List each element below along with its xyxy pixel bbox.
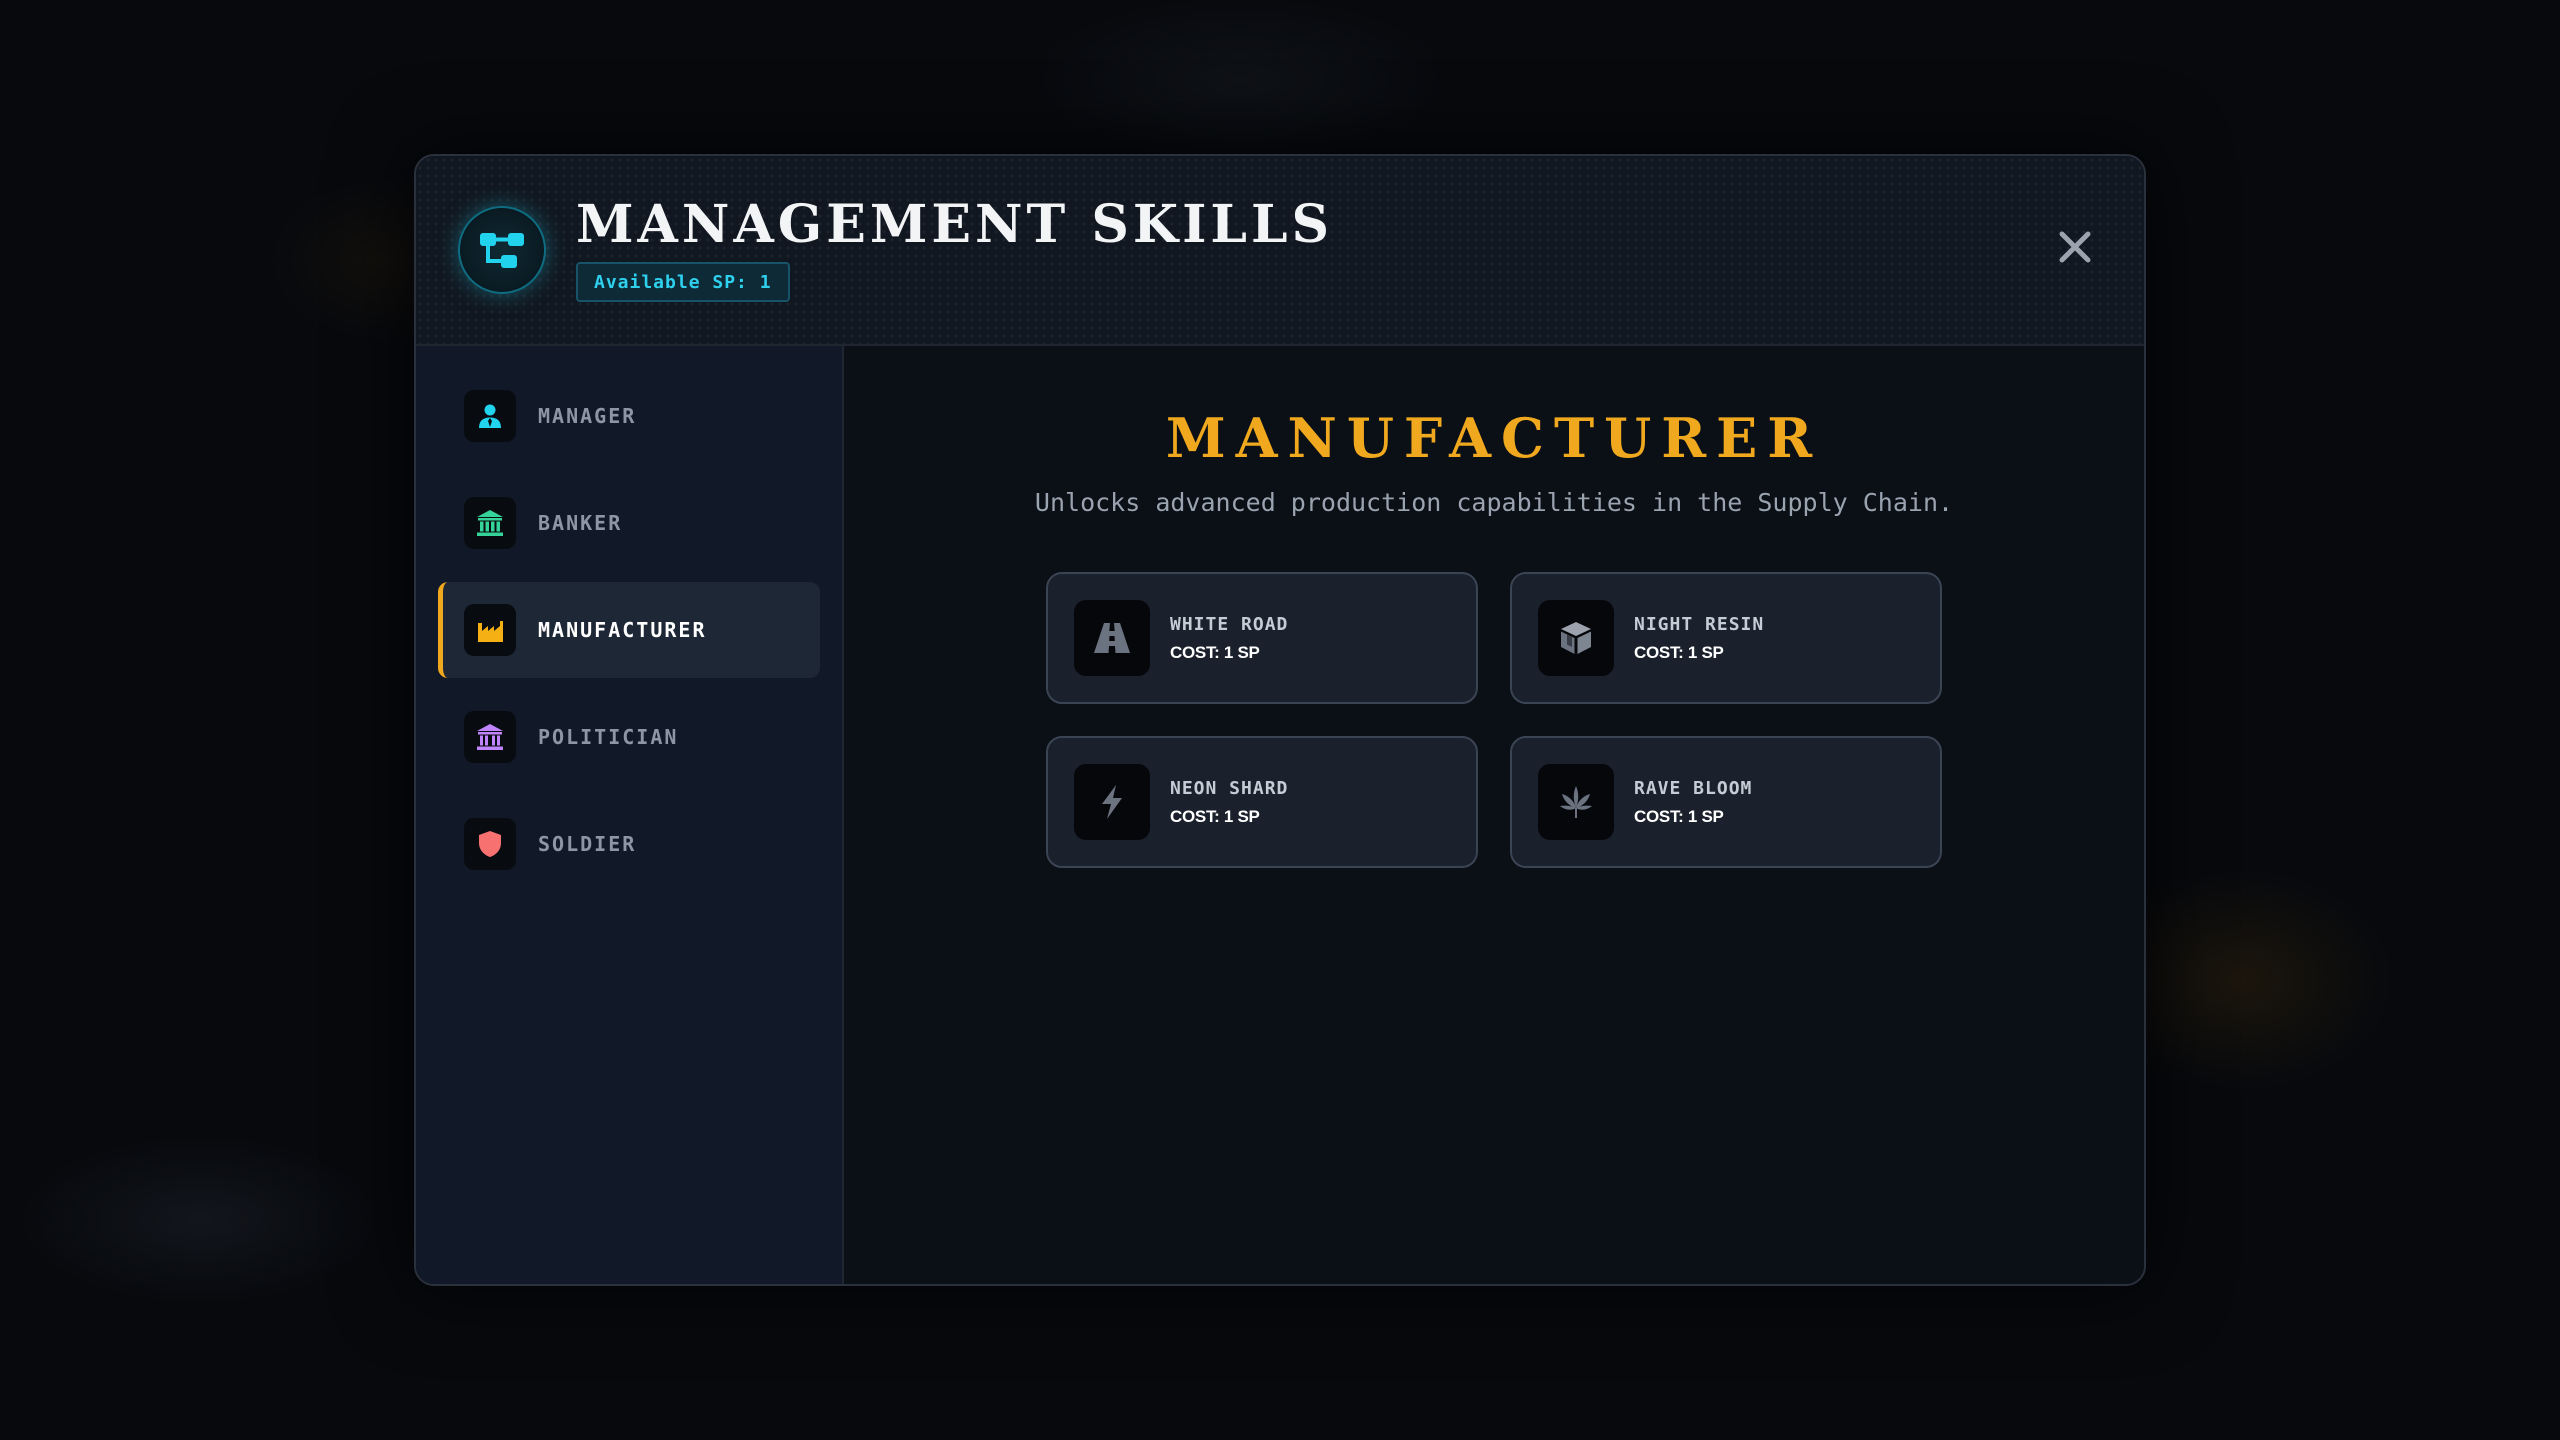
skill-tree-icon (458, 206, 546, 294)
lightning-icon (1074, 764, 1150, 840)
sidebar-item-soldier[interactable]: SOLDIER (438, 796, 820, 892)
skill-detail-panel: MANUFACTURER Unlocks advanced production… (844, 346, 2144, 1284)
skill-name: WHITE ROAD (1170, 613, 1289, 635)
sidebar-item-label: SOLDIER (538, 832, 637, 856)
person-icon (464, 390, 516, 442)
dialog-header: MANAGEMENT SKILLS Available SP: 1 (416, 156, 2144, 346)
dialog-title: MANAGEMENT SKILLS (576, 194, 1334, 255)
skill-category-sidebar: MANAGER BANKER MANUFACTURER POLITICIAN S… (416, 346, 844, 1284)
sidebar-item-politician[interactable]: POLITICIAN (438, 689, 820, 785)
skill-card-rave-bloom[interactable]: RAVE BLOOM COST: 1 SP (1510, 736, 1942, 868)
bank-icon (464, 497, 516, 549)
leaf-icon (1538, 764, 1614, 840)
skill-card-neon-shard[interactable]: NEON SHARD COST: 1 SP (1046, 736, 1478, 868)
skill-name: NEON SHARD (1170, 777, 1289, 799)
skill-cost: COST: 1 SP (1170, 642, 1260, 662)
sidebar-item-label: BANKER (538, 511, 623, 535)
close-icon (2059, 231, 2091, 263)
skill-cost: COST: 1 SP (1634, 642, 1724, 662)
sidebar-item-label: MANUFACTURER (538, 618, 707, 642)
skill-card-white-road[interactable]: WHITE ROAD COST: 1 SP (1046, 572, 1478, 704)
close-button[interactable] (2052, 224, 2098, 270)
skill-name: RAVE BLOOM (1634, 777, 1753, 799)
category-description: Unlocks advanced production capabilities… (1034, 488, 1954, 517)
government-building-icon (464, 711, 516, 763)
skill-cost: COST: 1 SP (1170, 806, 1260, 826)
skill-card-night-resin[interactable]: NIGHT RESIN COST: 1 SP (1510, 572, 1942, 704)
sidebar-item-banker[interactable]: BANKER (438, 475, 820, 571)
sidebar-item-manufacturer[interactable]: MANUFACTURER (438, 582, 820, 678)
cube-icon (1538, 600, 1614, 676)
sidebar-item-label: MANAGER (538, 404, 637, 428)
skill-name: NIGHT RESIN (1634, 613, 1765, 635)
management-skills-dialog: MANAGEMENT SKILLS Available SP: 1 MANAGE… (414, 154, 2146, 1286)
sidebar-item-manager[interactable]: MANAGER (438, 368, 820, 464)
road-icon (1074, 600, 1150, 676)
sidebar-item-label: POLITICIAN (538, 725, 679, 749)
factory-icon (464, 604, 516, 656)
available-sp-badge: Available SP: 1 (576, 262, 790, 302)
shield-icon (464, 818, 516, 870)
category-title: MANUFACTURER (1165, 406, 1823, 470)
skill-cost: COST: 1 SP (1634, 806, 1724, 826)
